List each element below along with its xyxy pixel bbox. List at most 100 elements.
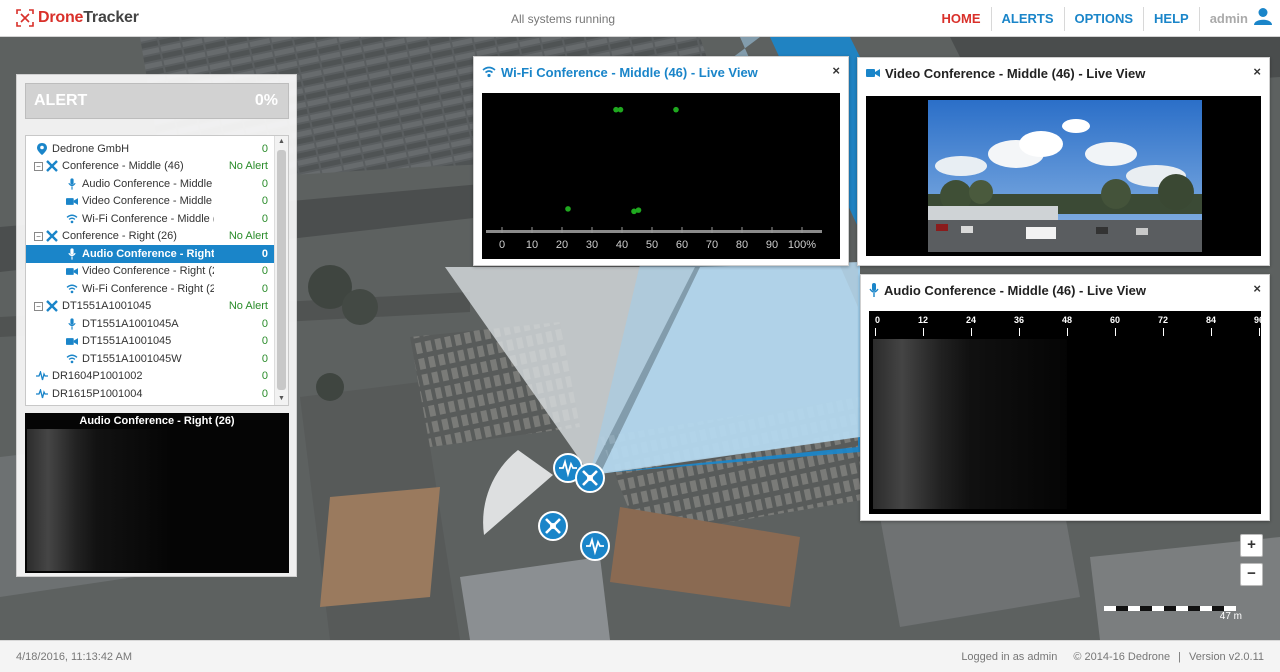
tree-item-label: Dedrone GmbH xyxy=(52,142,130,155)
scroll-down-arrow-icon[interactable]: ▼ xyxy=(275,393,288,405)
axis-tick-label: 40 xyxy=(616,239,628,251)
axis-tick xyxy=(501,227,503,233)
tree-item[interactable]: DT1551A1001045 0 xyxy=(26,333,274,351)
frequency-tick xyxy=(1211,328,1212,336)
tree-item[interactable]: − Conference - Right (26) No Alert xyxy=(26,228,274,246)
tree-item-status: 0 xyxy=(261,142,268,155)
alert-percentage: 0% xyxy=(254,92,278,109)
signal-point xyxy=(617,106,624,113)
user-menu[interactable]: admin xyxy=(1198,6,1280,31)
close-video-window-button[interactable]: × xyxy=(1253,64,1261,79)
tree-item[interactable]: Wi-Fi Conference - Middle (46) 0 xyxy=(26,210,274,228)
video-camera-icon xyxy=(66,335,78,347)
wifi-chart-svg: 0 10 20 30 40 50 60 70 80 90 100% xyxy=(486,106,822,251)
nav-help[interactable]: HELP xyxy=(1143,6,1199,31)
frequency-tick-label: 72 xyxy=(1158,315,1168,325)
tree-item-label: Conference - Right (26) xyxy=(62,230,177,243)
video-frame-image xyxy=(866,96,1261,256)
tree-item[interactable]: Wi-Fi Conference - Right (26) 0 xyxy=(26,280,274,298)
axis-tick xyxy=(591,227,593,233)
axis-tick-label: 50 xyxy=(646,239,658,251)
zoom-out-button[interactable]: − xyxy=(1240,563,1263,586)
frequency-tick xyxy=(923,328,924,336)
video-camera-icon xyxy=(66,265,78,277)
wifi-live-view-window[interactable]: Wi-Fi Conference - Middle (46) - Live Vi… xyxy=(473,56,849,266)
video-feed xyxy=(866,96,1261,256)
video-live-view-window[interactable]: Video Conference - Middle (46) - Live Vi… xyxy=(857,57,1270,266)
main-nav: HOME ALERTS OPTIONS HELP admin xyxy=(932,0,1280,37)
tree-item-label: DT1551A1001045 xyxy=(82,335,172,348)
axis-tick xyxy=(801,227,803,233)
sensor-group-icon xyxy=(46,230,58,243)
scroll-thumb[interactable] xyxy=(277,150,286,390)
tree-item-status: 0 xyxy=(261,177,268,190)
tree-item[interactable]: Audio Conference - Middle (46) 0 xyxy=(26,175,274,193)
drone-logo-icon xyxy=(16,9,34,27)
tree-scrollbar[interactable]: ▲ ▼ xyxy=(274,136,288,405)
nav-alerts[interactable]: ALERTS xyxy=(990,6,1064,31)
audio-live-view-window[interactable]: Audio Conference - Middle (46) - Live Vi… xyxy=(860,274,1270,521)
collapse-toggle-icon[interactable]: − xyxy=(34,231,43,241)
rf-pulse-icon xyxy=(36,370,48,382)
tree-item[interactable]: DT1551A1001045W 0 xyxy=(26,350,274,368)
tree-item[interactable]: Dedrone GmbH 0 xyxy=(26,140,274,158)
sensor-tree[interactable]: ▲ ▼ Dedrone GmbH 0 − Conference - Middle (4… xyxy=(25,135,289,406)
close-audio-window-button[interactable]: × xyxy=(1253,281,1261,296)
system-status: All systems running xyxy=(511,12,616,26)
sensor-group-icon xyxy=(46,160,58,173)
axis-tick-label: 100% xyxy=(788,239,816,251)
frequency-tick xyxy=(1163,328,1164,336)
collapse-toggle-icon[interactable]: − xyxy=(34,161,43,171)
axis-tick xyxy=(651,227,653,233)
tree-item[interactable]: DT1551A1001045A 0 xyxy=(26,315,274,333)
alert-level-bar: ALERT 0% xyxy=(25,83,289,119)
frequency-tick xyxy=(1259,328,1260,336)
location-pin-icon xyxy=(36,142,48,155)
logo[interactable]: DroneTracker xyxy=(16,8,139,28)
version-text: Version v2.0.11 xyxy=(1188,651,1264,663)
tree-item-status: 0 xyxy=(261,247,268,260)
tree-item-label: Conference - Middle (46) xyxy=(62,160,184,173)
close-wifi-window-button[interactable]: × xyxy=(832,63,840,78)
axis-tick xyxy=(681,227,683,233)
wifi-window-title[interactable]: Wi-Fi Conference - Middle (46) - Live Vi… xyxy=(482,63,758,81)
video-window-title[interactable]: Video Conference - Middle (46) - Live Vi… xyxy=(866,64,1145,82)
signal-point xyxy=(565,206,571,212)
tree-item-status: 0 xyxy=(261,370,268,383)
tree-item-label: Wi-Fi Conference - Right (26) xyxy=(82,282,214,295)
rf-sensor-marker-2[interactable] xyxy=(580,531,610,561)
frequency-tick xyxy=(971,328,972,336)
tree-item[interactable]: − DT1551A1001045 No Alert xyxy=(26,298,274,316)
scroll-up-arrow-icon[interactable]: ▲ xyxy=(275,136,288,148)
zoom-in-button[interactable]: + xyxy=(1240,534,1263,557)
nav-home[interactable]: HOME xyxy=(932,7,991,31)
tree-item[interactable]: DR1604P1001002 0 xyxy=(26,368,274,386)
tree-item-label: DR1615P1001004 xyxy=(52,387,143,400)
tree-item[interactable]: Video Conference - Right (26) 0 xyxy=(26,263,274,281)
tree-item-label: Wi-Fi Conference - Middle (46) xyxy=(82,212,214,225)
frequency-tick-label: 48 xyxy=(1062,315,1072,325)
collapse-toggle-icon[interactable]: − xyxy=(34,301,43,311)
tree-item[interactable]: DR1615P1001004 0 xyxy=(26,385,274,403)
tree-item-status: 0 xyxy=(261,282,268,295)
tree-item[interactable]: − Conference - Middle (46) No Alert xyxy=(26,158,274,176)
video-camera-icon xyxy=(866,68,880,78)
tree-item-status: 0 xyxy=(261,352,268,365)
logo-text: DroneTracker xyxy=(38,9,139,26)
rf-pulse-icon xyxy=(36,388,48,400)
sensor-group-marker-middle[interactable] xyxy=(537,510,569,542)
frequency-tick xyxy=(875,328,876,336)
axis-tick xyxy=(531,227,533,233)
frequency-tick-label: 24 xyxy=(966,315,976,325)
nav-options[interactable]: OPTIONS xyxy=(1063,6,1144,31)
tree-item[interactable]: Video Conference - Middle (46) 0 xyxy=(26,193,274,211)
tree-item-status: 0 xyxy=(261,387,268,400)
tree-item[interactable]: Audio Conference - Right (26) 0 xyxy=(26,245,274,263)
microphone-icon xyxy=(66,178,78,190)
wifi-icon xyxy=(66,283,78,295)
audio-window-title[interactable]: Audio Conference - Middle (46) - Live Vi… xyxy=(869,281,1146,299)
sensor-panel: ALERT 0% ▲ ▼ Dedrone GmbH 0 − Conference - … xyxy=(16,74,297,577)
wifi-icon xyxy=(66,213,78,225)
axis-tick-label: 90 xyxy=(766,239,778,251)
sensor-group-marker-right[interactable] xyxy=(574,462,606,494)
